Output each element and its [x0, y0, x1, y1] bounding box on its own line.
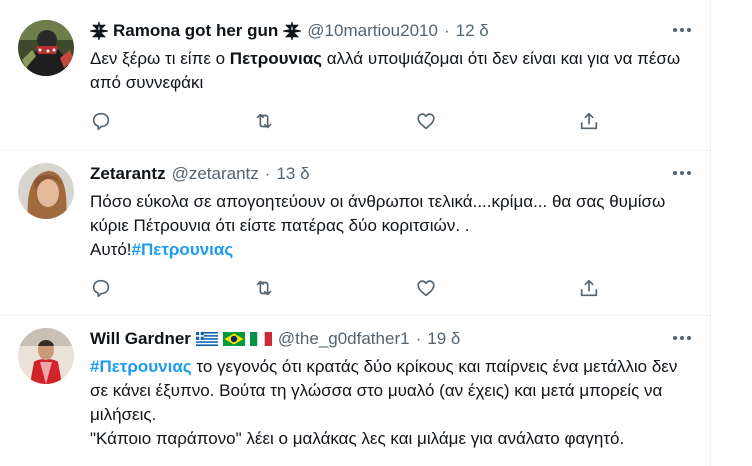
display-name[interactable]: Zetarantz — [90, 164, 166, 184]
text-segment: Δεν ξέρω τι είπε ο — [90, 49, 230, 68]
retweet-icon[interactable] — [253, 277, 275, 299]
text-line: Πόσο εύκολα σε απογοητεύουν οι άνθρωποι … — [90, 192, 666, 235]
tweet-header: Will Gardner @the_g0dfather1 · 19 δ — [90, 328, 694, 350]
user-handle[interactable]: @zetarantz — [172, 164, 259, 184]
tweet-timestamp[interactable]: 13 δ — [276, 164, 309, 184]
avatar[interactable] — [18, 328, 74, 384]
display-name[interactable]: Ramona got her gun — [113, 21, 278, 41]
share-icon[interactable] — [578, 110, 600, 132]
like-icon[interactable] — [415, 277, 437, 299]
tweet-header: Zetarantz @zetarantz · 13 δ — [90, 163, 694, 185]
sparkle-icon — [283, 22, 302, 40]
display-name[interactable]: Will Gardner — [90, 329, 191, 349]
bold-text: Πετρουνιας — [229, 49, 322, 68]
retweet-icon[interactable] — [253, 110, 275, 132]
text-line: "Κάποιο παράπονο" λέει ο μαλάκας λες και… — [90, 429, 625, 448]
separator-dot: · — [415, 329, 422, 348]
reply-icon[interactable] — [90, 277, 112, 299]
tweet-content: Will Gardner @the_g0dfather1 · 19 δ #Πετ… — [90, 328, 694, 451]
tweet-actions — [90, 110, 610, 134]
hashtag-link[interactable]: #Πετρουνιας — [132, 240, 234, 259]
brazil-flag-icon — [222, 332, 245, 346]
text-line: Αυτό!#Πετρουνιας — [90, 238, 694, 262]
hashtag-link[interactable]: #Πετρουνιας — [90, 357, 192, 376]
greece-flag-icon — [195, 332, 218, 346]
tweet-text: Πόσο εύκολα σε απογοητεύουν οι άνθρωποι … — [90, 190, 694, 262]
tweet[interactable]: Will Gardner @the_g0dfather1 · 19 δ #Πετ… — [0, 316, 710, 466]
user-handle[interactable]: @10martiou2010 — [307, 21, 438, 41]
tweet-feed: Ramona got her gun @10martiou2010 · 12 δ… — [0, 0, 710, 466]
user-handle[interactable]: @the_g0dfather1 — [278, 329, 410, 349]
separator-dot: · — [264, 164, 271, 183]
tweet-content: Zetarantz @zetarantz · 13 δ Πόσο εύκολα … — [90, 163, 694, 298]
separator-dot: · — [443, 21, 450, 40]
more-options-icon[interactable] — [670, 22, 694, 38]
avatar[interactable] — [18, 20, 74, 76]
tweet-timestamp[interactable]: 12 δ — [456, 21, 489, 41]
tweet-header: Ramona got her gun @10martiou2010 · 12 δ — [90, 20, 694, 42]
tweet-timestamp[interactable]: 19 δ — [427, 329, 460, 349]
text-line: #Πετρουνιας το γεγονός ότι κρατάς δύο κρ… — [90, 355, 694, 427]
tweet[interactable]: Ramona got her gun @10martiou2010 · 12 δ… — [0, 0, 710, 151]
tweet[interactable]: Zetarantz @zetarantz · 13 δ Πόσο εύκολα … — [0, 151, 710, 316]
tweet-text: #Πετρουνιας το γεγονός ότι κρατάς δύο κρ… — [90, 355, 694, 451]
tweet-content: Ramona got her gun @10martiou2010 · 12 δ… — [90, 20, 694, 131]
tweet-text: Δεν ξέρω τι είπε ο Πετρουνιας αλλά υποψι… — [90, 47, 694, 95]
column-border — [710, 0, 711, 466]
reply-icon[interactable] — [90, 110, 112, 132]
like-icon[interactable] — [415, 110, 437, 132]
more-options-icon[interactable] — [670, 165, 694, 181]
italy-flag-icon — [249, 332, 272, 346]
text-segment: Αυτό! — [90, 240, 132, 259]
avatar[interactable] — [18, 163, 74, 219]
tweet-actions — [90, 277, 610, 301]
sparkle-icon — [90, 22, 108, 40]
more-options-icon[interactable] — [670, 330, 694, 346]
share-icon[interactable] — [578, 277, 600, 299]
